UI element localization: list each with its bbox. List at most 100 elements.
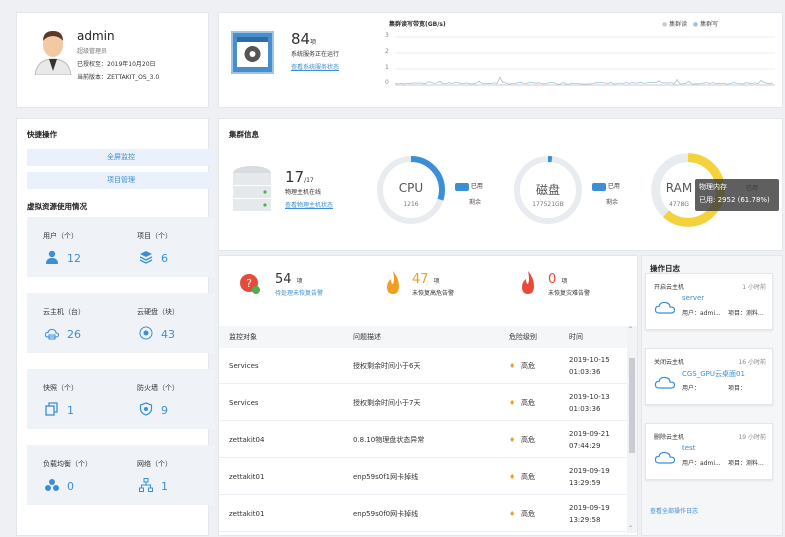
resource-usage-title: 虚拟资源使用情况: [27, 202, 87, 211]
cpu-legend-free: 剩余: [469, 199, 482, 206]
gear-icon: [231, 31, 274, 74]
resource-label: 网络（个）: [137, 460, 172, 468]
scroll-thumb[interactable]: [629, 358, 635, 453]
log-target[interactable]: CGS_GPU云桌面01: [682, 369, 745, 379]
log-project: 项目：测料...: [728, 460, 764, 467]
table-row[interactable]: zettakit04 0.8.10物理盘状态异常 ♦ 高危 2019-09-21…: [219, 422, 627, 458]
resource-value: 0: [67, 480, 74, 493]
table-row[interactable]: zettakit01 enp59s0f1网卡掉线 ♦ 高危 2019-09-19…: [219, 459, 627, 495]
user-panel: admin 超级管理员 已授权至：2019年10月20日 当前版本：ZETTAK…: [16, 12, 209, 108]
scroll-up-icon[interactable]: ⌃: [628, 326, 633, 333]
resource-snapshots[interactable]: 快照（个） 1: [27, 369, 121, 429]
server-icon: [233, 166, 271, 211]
alert-high-label: 未恢复高危告警: [412, 290, 455, 297]
ytick-2: 2: [385, 48, 389, 55]
alert-pending-count: 54: [275, 272, 292, 287]
col-object: 监控对象: [229, 333, 257, 341]
svg-text:?: ?: [246, 277, 252, 290]
alert-pending-unit: 项: [296, 278, 303, 285]
resource-value: 9: [161, 404, 168, 417]
disk-legend-free: 剩余: [606, 199, 619, 206]
project-manage-button[interactable]: 项目管理: [27, 172, 215, 189]
resource-networks[interactable]: 网络（个） 1: [121, 445, 215, 505]
io-chart: 集群读写带宽(GB/s) ● 集群读 ● 集群写 3 2 1 0: [377, 13, 782, 93]
resource-label: 用户（个）: [43, 232, 78, 240]
resource-label: 快照（个）: [43, 384, 78, 392]
fullscreen-monitor-button[interactable]: 全屏监控: [27, 149, 215, 166]
hosts-online-label: 物理主机在线: [285, 189, 322, 196]
log-time: 19 小时前: [738, 434, 766, 441]
log-user: 用户：admi...: [682, 460, 721, 467]
ytick-0: 0: [385, 79, 389, 86]
log-action: 关闭云主机: [654, 359, 685, 366]
log-user: 用户：admi...: [682, 310, 721, 317]
resource-label: 防火墙（个）: [137, 384, 179, 392]
log-card[interactable]: 开启云主机 1 小时前 server 用户：admi... 项目：测料...: [645, 273, 773, 330]
table-row[interactable]: Services 授权剩余时间小于7天 ♦ 高危 2019-10-13 01:0…: [219, 385, 627, 421]
resource-users[interactable]: 用户（个） 12: [27, 217, 121, 277]
oplog-more-link[interactable]: 查看全部操作日志: [650, 506, 698, 515]
flame-icon: ♦: [509, 399, 516, 407]
legend-used-swatch: [592, 182, 606, 191]
cpu-label: CPU: [398, 181, 424, 195]
flame-orange-icon: [387, 271, 399, 294]
resource-label: 项目（个）: [137, 232, 172, 240]
cluster-panel: 集群信息 17/17 物理主机在线 查看物理主机状态 CPU 1216 已用 剩…: [218, 118, 783, 251]
resource-volumes[interactable]: 云硬盘（块） 43: [121, 293, 215, 353]
row-level: 高危: [521, 362, 535, 370]
user-name: admin: [77, 29, 115, 43]
quick-actions-title: 快捷操作: [27, 130, 57, 139]
disk-label: 磁盘: [535, 183, 560, 197]
resource-value: 6: [161, 252, 168, 265]
resource-value: 26: [67, 328, 81, 341]
log-card[interactable]: 删除云主机 19 小时前 test 用户：admi... 项目：测料...: [645, 423, 773, 480]
alert-pending-label[interactable]: 待处理未恢复告警: [275, 288, 323, 297]
cpu-sub: 1216: [403, 201, 419, 208]
flame-icon: ♦: [509, 510, 516, 518]
resource-vms[interactable]: 云主机（台） 26: [27, 293, 121, 353]
row-level: 高危: [521, 436, 535, 444]
user-role: 超级管理员: [77, 48, 108, 55]
log-card[interactable]: 关闭云主机 16 小时前 CGS_GPU云桌面01 用户： 项目：: [645, 348, 773, 405]
log-target[interactable]: test: [682, 444, 695, 452]
alerts-scrollbar[interactable]: ⌃ ⌄: [627, 326, 637, 533]
ram-tooltip-title: 物理内存: [699, 183, 727, 191]
log-time: 1 小时前: [742, 284, 766, 291]
row-object: zettakit01: [229, 473, 265, 481]
alert-high-unit: 项: [433, 278, 440, 285]
legend-write[interactable]: 集群写: [700, 21, 718, 28]
legend-used-swatch: [455, 182, 469, 191]
flame-icon: ♦: [509, 473, 516, 481]
table-row[interactable]: zettakit01 enp59s0f0网卡掉线 ♦ 高危 2019-09-19…: [219, 496, 627, 532]
cpu-legend-used: 已用: [470, 183, 483, 190]
service-status: 系统服务正在运行: [291, 51, 340, 58]
row-object: zettakit01: [229, 510, 265, 518]
cloud-icon: [45, 328, 59, 340]
disk-legend-used: 已用: [607, 183, 620, 190]
table-row[interactable]: Services 授权剩余时间小于6天 ♦ 高危 2019-10-15 01:0…: [219, 348, 627, 384]
alert-disaster-unit: 项: [561, 278, 568, 285]
log-action: 开启云主机: [654, 284, 685, 291]
resource-value: 1: [161, 480, 168, 493]
log-target[interactable]: server: [682, 294, 704, 302]
legend-write-icon: ●: [692, 21, 699, 28]
scroll-down-icon[interactable]: ⌄: [628, 522, 633, 529]
left-panel: 快捷操作 全屏监控 项目管理 虚拟资源使用情况 用户（个） 12 项目（个） 6…: [16, 118, 215, 536]
resource-firewalls[interactable]: 防火墙（个） 9: [121, 369, 215, 429]
resource-loadbalancers[interactable]: 负载均衡（个） 0: [27, 445, 121, 505]
cloud-icon: [654, 376, 676, 389]
legend-read[interactable]: 集群读: [669, 21, 687, 28]
hosts-status-link[interactable]: 查看物理主机状态: [285, 200, 333, 209]
service-status-link[interactable]: 查看系统服务状态: [291, 62, 339, 71]
row-level: 高危: [521, 510, 535, 518]
avatar: [34, 31, 72, 75]
resource-group-1: 用户（个） 12 项目（个） 6: [27, 217, 215, 277]
resource-label: 负载均衡（个）: [43, 460, 92, 468]
flame-red-icon: [522, 271, 534, 294]
row-description: enp59s0f0网卡掉线: [353, 510, 419, 518]
log-action: 删除云主机: [654, 434, 685, 441]
resource-label: 云主机（台）: [43, 308, 85, 316]
ram-tooltip: 物理内存 已用: 2952 (61.78%): [695, 179, 779, 211]
snapshot-icon: [45, 402, 58, 416]
resource-projects[interactable]: 项目（个） 6: [121, 217, 215, 277]
